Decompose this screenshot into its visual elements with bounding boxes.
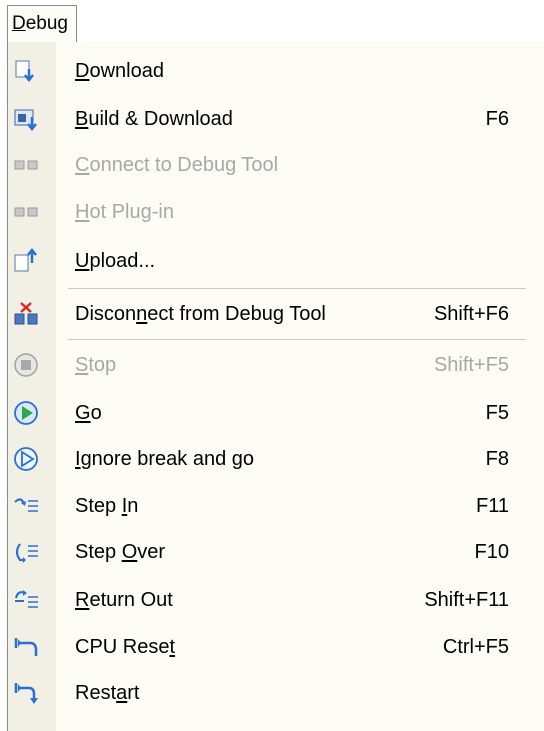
menu-item-label: Build & Download: [75, 108, 233, 130]
menu-debug-mnemonic: D: [12, 13, 26, 34]
debug-menu-panel: Download Build & Download F6 Connect to …: [7, 42, 544, 731]
menu-item-restart[interactable]: Restart: [8, 670, 544, 716]
menu-item-shortcut: Shift+F6: [433, 303, 509, 325]
disconnect-icon: [12, 300, 40, 328]
menu-item-shortcut: Ctrl+F5: [442, 636, 509, 658]
menu-item-download[interactable]: Download: [8, 48, 544, 94]
mnemonic-char: t: [169, 636, 176, 658]
menu-item-label: Go: [75, 402, 102, 424]
menu-item-label: Connect to Debug Tool: [75, 154, 279, 176]
cpu-reset-icon: [12, 633, 40, 661]
menu-item-ignore-break-go[interactable]: Ignore break and go F8: [8, 436, 544, 482]
menu-item-label: Step Over: [75, 541, 166, 563]
mnemonic-char: D: [75, 60, 90, 82]
menu-item-shortcut: Shift+F11: [424, 589, 509, 611]
step-over-icon: [12, 538, 40, 566]
menu-item-stop[interactable]: Stop Shift+F5: [8, 342, 544, 388]
mnemonic-char: C: [75, 154, 90, 176]
ignore-break-go-icon: [12, 445, 40, 473]
mnemonic-char: U: [75, 250, 90, 272]
mnemonic-char: R: [75, 589, 90, 611]
menu-debug[interactable]: Debug: [7, 5, 78, 43]
menu-item-shortcut: F11: [476, 495, 509, 517]
menu-item-build-download[interactable]: Build & Download F6: [8, 96, 544, 142]
mnemonic-char: B: [75, 108, 89, 130]
menu-item-step-in[interactable]: Step In F11: [8, 483, 544, 529]
menu-item-shortcut: F6: [485, 108, 509, 130]
menu-item-label: Return Out: [75, 589, 173, 611]
upload-icon: [12, 247, 40, 275]
menu-item-step-over[interactable]: Step Over F10: [8, 529, 544, 575]
menu-item-connect-debug-tool[interactable]: Connect to Debug Tool: [8, 142, 544, 188]
step-in-icon: [12, 492, 40, 520]
menu-item-label: Upload...: [75, 250, 156, 272]
restart-icon: [12, 679, 40, 707]
mnemonic-char: O: [121, 541, 138, 563]
download-icon: [12, 57, 40, 85]
menu-separator: [68, 339, 526, 340]
mnemonic-char: H: [75, 201, 90, 223]
return-out-icon: [12, 586, 40, 614]
menu-item-hot-plug-in[interactable]: Hot Plug-in: [8, 189, 544, 235]
hot-plug-in-icon: [12, 198, 40, 226]
mnemonic-char: n: [136, 303, 148, 325]
mnemonic-char: a: [116, 682, 128, 704]
menu-item-shortcut: Shift+F5: [433, 354, 509, 376]
menu-item-label: CPU Reset: [75, 636, 176, 658]
mnemonic-char: S: [75, 354, 89, 376]
mnemonic-char: G: [75, 402, 91, 424]
menu-separator: [68, 288, 526, 289]
menu-item-label: Restart: [75, 682, 140, 704]
menu-item-label: Stop: [75, 354, 117, 376]
menu-item-upload[interactable]: Upload...: [8, 238, 544, 284]
menu-item-shortcut: F8: [485, 448, 509, 470]
menu-item-label: Ignore break and go: [75, 448, 255, 470]
menu-item-shortcut: F5: [485, 402, 509, 424]
menu-item-label: Step In: [75, 495, 139, 517]
menu-debug-label-rest: ebug: [25, 13, 69, 34]
menu-item-label: Disconnect from Debug Tool: [75, 303, 326, 325]
mnemonic-char: I: [75, 448, 81, 470]
build-download-icon: [12, 105, 40, 133]
menu-bar: Debug: [0, 0, 544, 44]
stop-icon: [12, 351, 40, 379]
menu-item-disconnect-debug-tool[interactable]: Disconnect from Debug Tool Shift+F6: [8, 291, 544, 337]
menu-item-go[interactable]: Go F5: [8, 390, 544, 436]
menu-item-return-out[interactable]: Return Out Shift+F11: [8, 577, 544, 623]
connect-icon: [12, 151, 40, 179]
mnemonic-char: I: [121, 495, 128, 517]
menu-item-cpu-reset[interactable]: CPU Reset Ctrl+F5: [8, 624, 544, 670]
go-icon: [12, 399, 40, 427]
menu-item-shortcut: F10: [474, 541, 509, 563]
menu-item-label: Download: [75, 60, 164, 82]
menu-item-label: Hot Plug-in: [75, 201, 174, 223]
